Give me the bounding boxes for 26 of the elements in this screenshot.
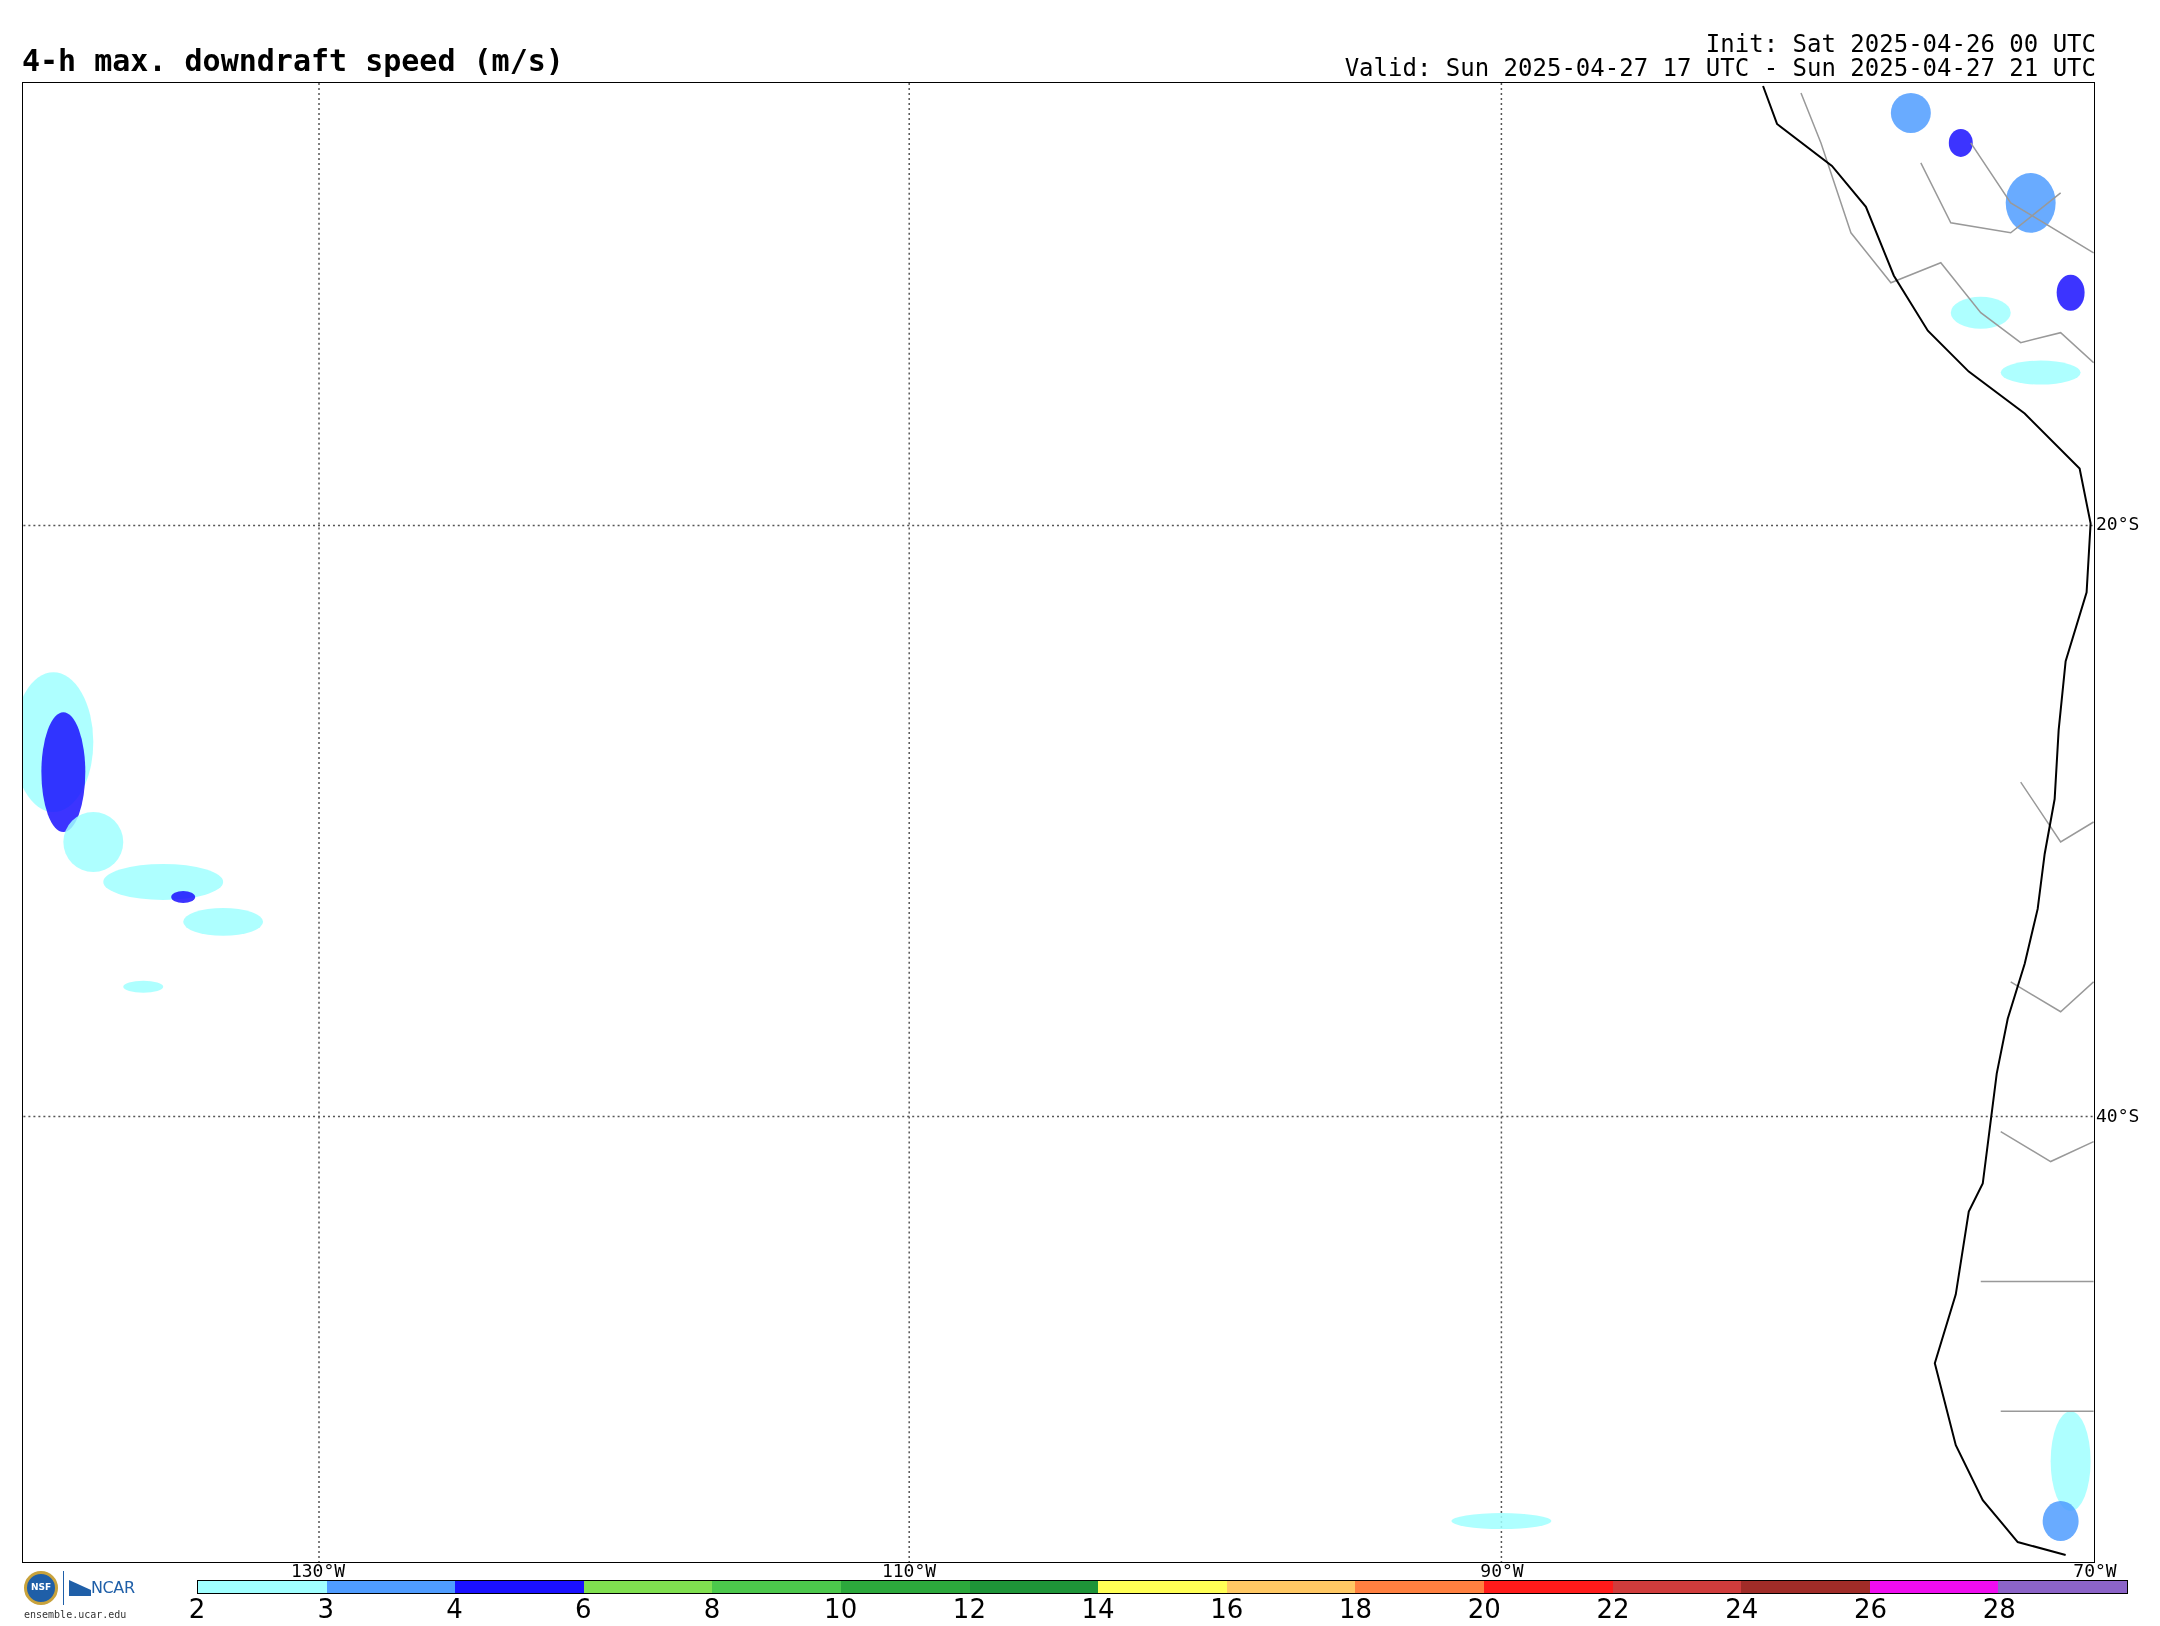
- latitude-label: 20°S: [2096, 515, 2140, 533]
- colorbar-tick-label: 3: [317, 1596, 334, 1622]
- seal-logo: NSF: [24, 1571, 58, 1605]
- colorbar-tick-label: 2: [188, 1596, 206, 1622]
- valid-time: Valid: Sun 2025-04-27 17 UTC - Sun 2025-04-27 21 UTC: [1344, 56, 2096, 80]
- colorbar-tick-label: 8: [703, 1596, 721, 1622]
- colorbar-tick-label: 4: [446, 1596, 463, 1622]
- colorbar-tick-label: 18: [1339, 1596, 1373, 1622]
- colorbar-tick-label: 14: [1081, 1596, 1115, 1622]
- colorbar-tick-label: 22: [1596, 1596, 1630, 1622]
- colorbar-tick-label: 26: [1854, 1596, 1888, 1622]
- latitude-label: 40°S: [2096, 1107, 2140, 1125]
- colorbar-tick-label: 20: [1467, 1596, 1501, 1622]
- longitude-label: 70°W: [2072, 1563, 2118, 1579]
- colorbar-tick-label: 28: [1982, 1596, 2016, 1622]
- plot-title: 4-h max. downdraft speed (m/s): [22, 46, 564, 76]
- website-url: ensemble.ucar.edu: [24, 1608, 127, 1622]
- logo-mark-icon: [69, 1580, 91, 1596]
- colorbar-tick-label: 6: [574, 1596, 592, 1622]
- logo-text: NCAR: [91, 1577, 135, 1599]
- init-time: Init: Sat 2025-04-26 00 UTC: [1705, 32, 2096, 56]
- longitude-label: 90°W: [1479, 1563, 1525, 1579]
- colorbar-tick-label: 12: [952, 1596, 986, 1622]
- colorbar-tick-label: 10: [824, 1596, 858, 1622]
- colorbar-tick-label: 16: [1210, 1596, 1244, 1622]
- colorbar-tick-label: 24: [1725, 1596, 1759, 1622]
